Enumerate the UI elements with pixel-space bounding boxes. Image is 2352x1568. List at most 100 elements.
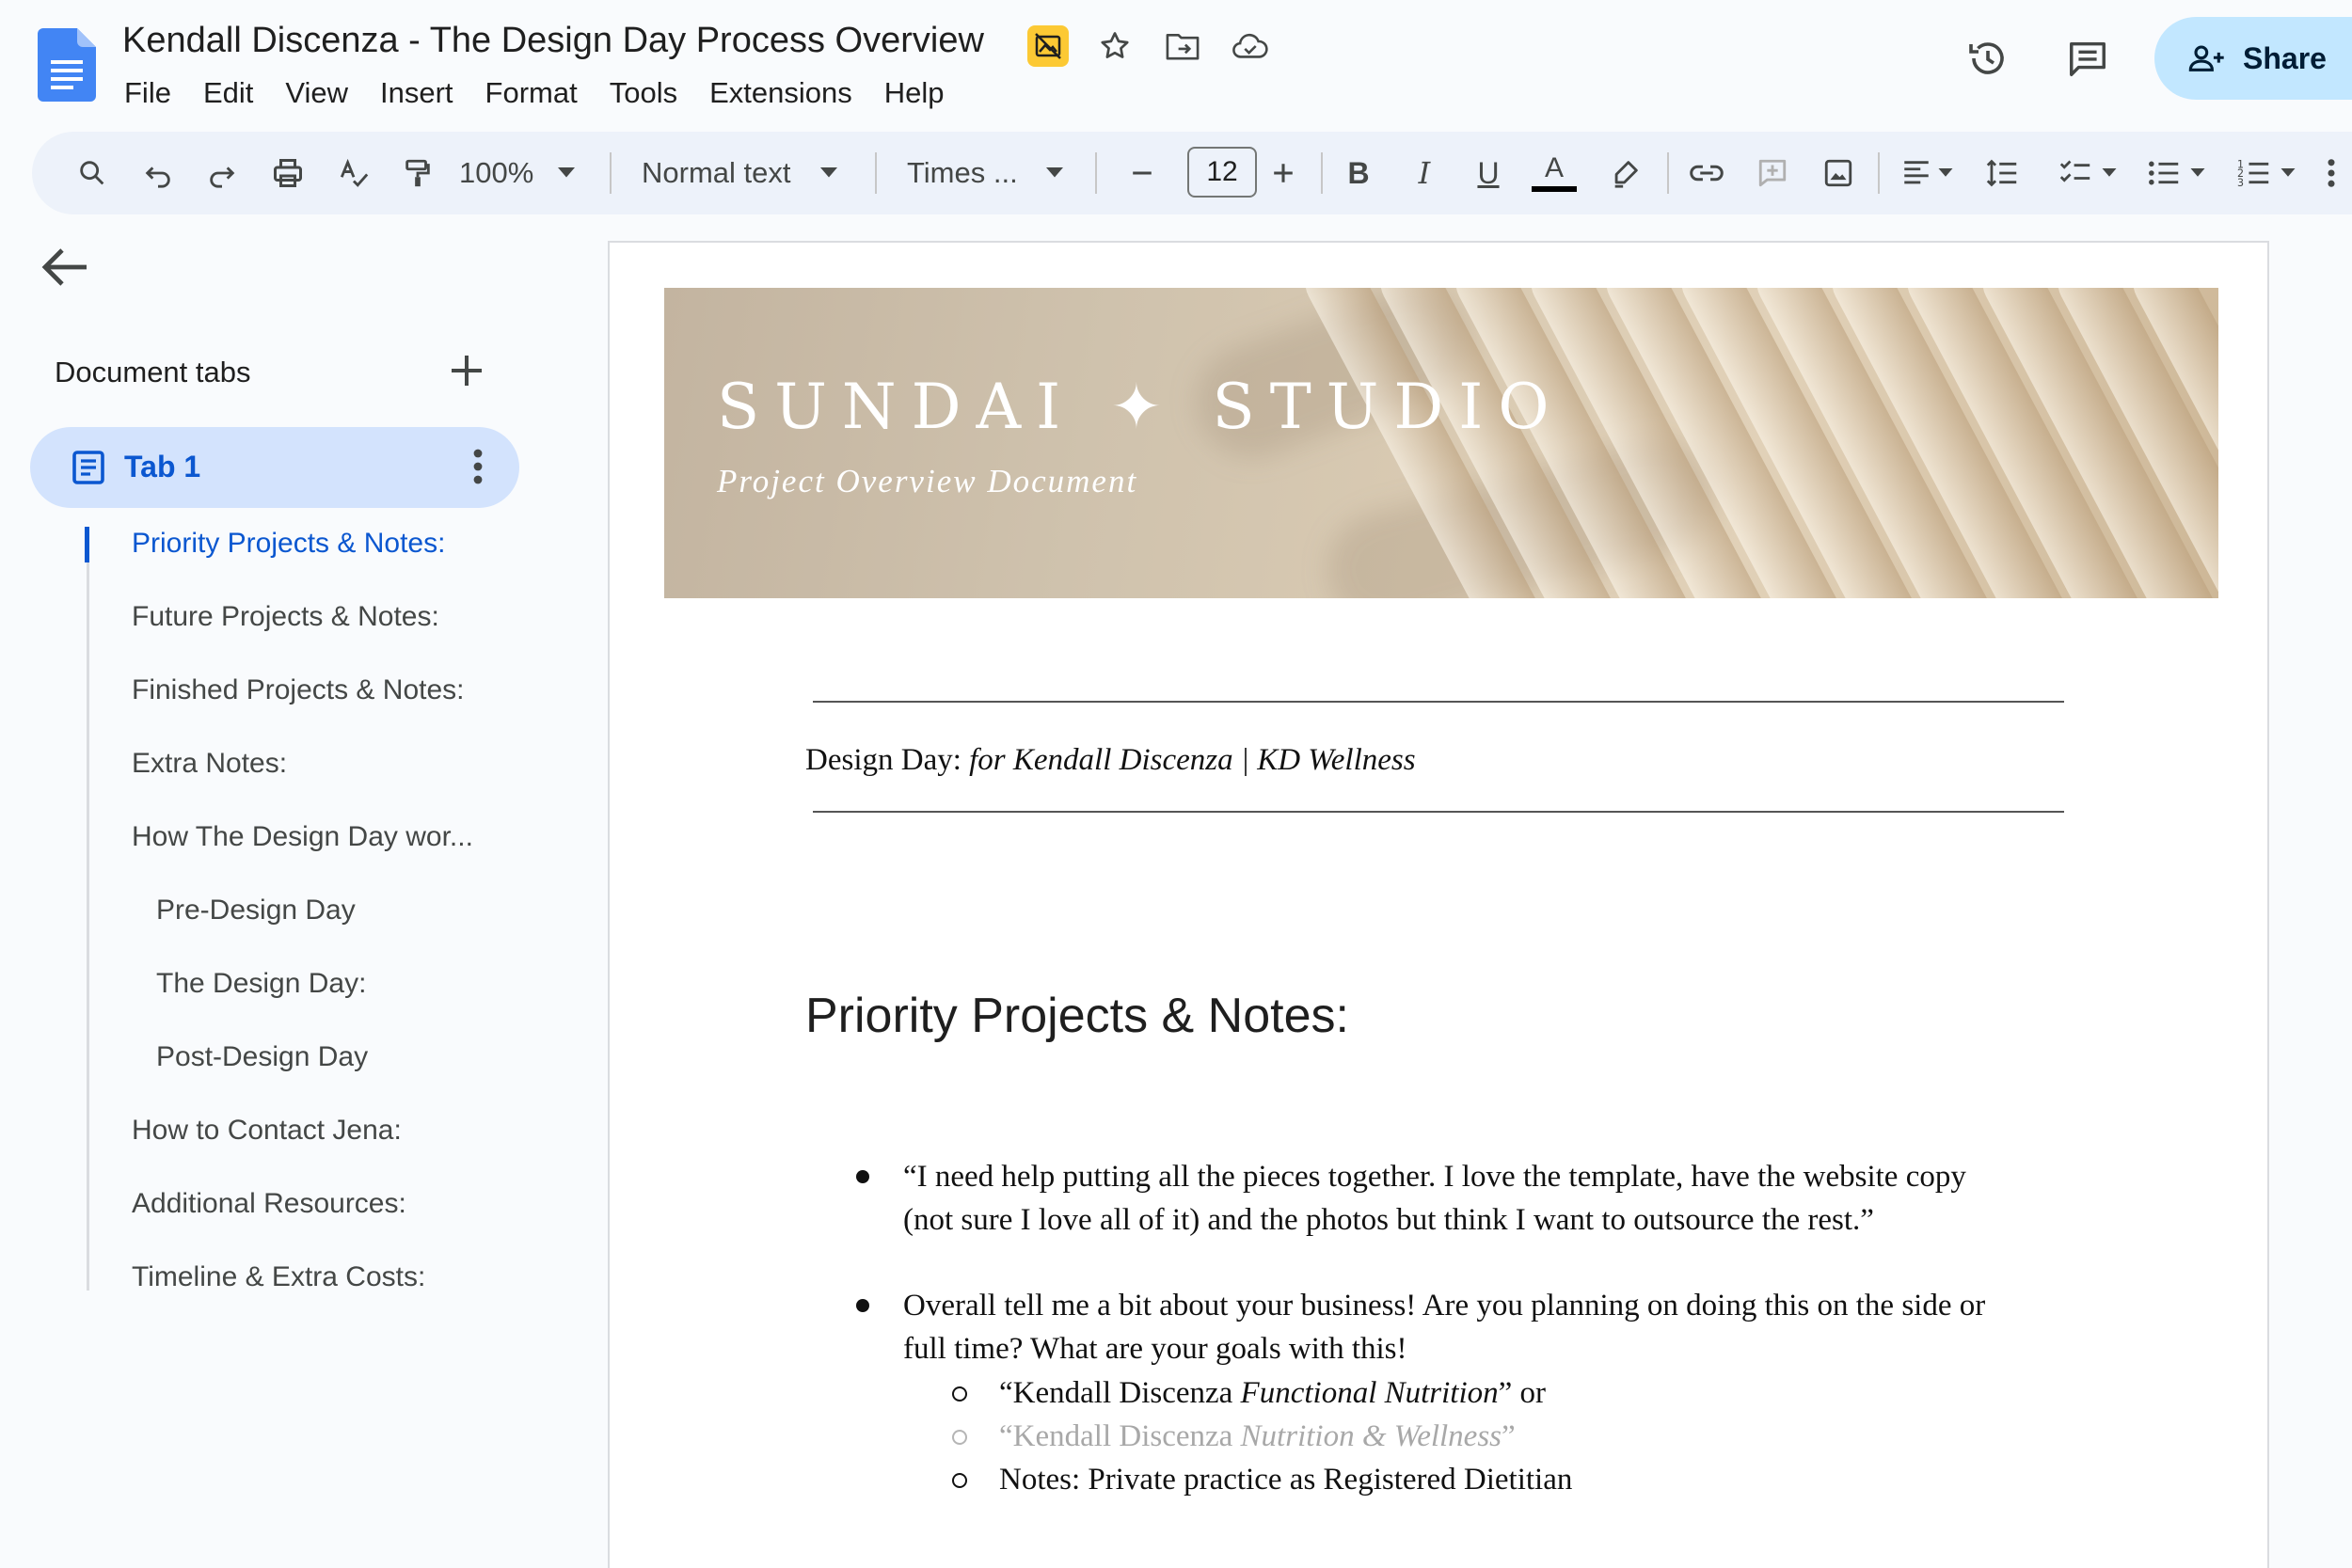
- underline-icon[interactable]: U: [1460, 145, 1517, 201]
- insert-comment-icon[interactable]: [1742, 145, 1803, 201]
- bullet-text: Overall tell me a bit about your busines…: [903, 1284, 1985, 1370]
- bold-icon[interactable]: B: [1330, 145, 1387, 201]
- sub-bullet-text-part: ”: [1502, 1419, 1516, 1453]
- sub-bullet-text-emphasis: Nutrition & Wellness: [1240, 1419, 1502, 1453]
- design-day-line: Design Day: for Kendall Discenza | KD We…: [805, 743, 1416, 778]
- menu-file[interactable]: File: [122, 73, 187, 113]
- align-left-icon: [1904, 161, 1929, 184]
- chevron-down-icon: [558, 167, 576, 178]
- highlight-color-icon[interactable]: [1597, 145, 1654, 201]
- paint-format-icon[interactable]: [389, 145, 446, 201]
- decrease-font-size-icon[interactable]: [1114, 145, 1170, 201]
- tab-more-options-icon[interactable]: [472, 448, 484, 485]
- banner-title: SUNDAI ✦ STUDIO: [717, 371, 1565, 443]
- font-size-input[interactable]: 12: [1187, 147, 1257, 198]
- banner-subtitle: Project Overview Document: [717, 463, 1138, 499]
- svg-text:3: 3: [2237, 177, 2244, 189]
- chevron-down-icon: [2102, 168, 2117, 177]
- insert-image-icon[interactable]: [1808, 145, 1868, 201]
- italic-icon[interactable]: I: [1396, 145, 1453, 201]
- sub-bullet-marker: [952, 1473, 967, 1488]
- bullet-text: “I need help putting all the pieces toge…: [903, 1155, 1966, 1242]
- document-title[interactable]: Kendall Discenza - The Design Day Proces…: [122, 21, 984, 61]
- print-icon[interactable]: [260, 145, 316, 201]
- outline-item[interactable]: Timeline & Extra Costs:: [132, 1261, 425, 1293]
- formatting-toolbar: 100% Normal text Times ... 12 B I U A 1 …: [32, 132, 2352, 214]
- outline-item[interactable]: Priority Projects & Notes:: [132, 528, 445, 560]
- menu-help[interactable]: Help: [868, 73, 961, 113]
- menu-extensions[interactable]: Extensions: [693, 73, 868, 113]
- zoom-select[interactable]: 100%: [459, 145, 600, 201]
- cloud-saved-icon[interactable]: [1229, 24, 1272, 68]
- add-tab-icon[interactable]: [448, 352, 485, 389]
- design-day-prefix: Design Day:: [805, 743, 970, 777]
- redo-icon[interactable]: [194, 145, 250, 201]
- outline-item[interactable]: How The Design Day wor...: [132, 821, 473, 853]
- outline-rail: [87, 527, 89, 1291]
- bullet-text-line: “I need help putting all the pieces toge…: [903, 1160, 1966, 1194]
- menu-view[interactable]: View: [269, 73, 364, 113]
- numbered-list-select[interactable]: 123: [2224, 145, 2309, 201]
- undo-icon[interactable]: [130, 145, 186, 201]
- outline-subitem[interactable]: The Design Day:: [156, 968, 366, 1000]
- app-header: Kendall Discenza - The Design Day Proces…: [0, 0, 2352, 122]
- outline-item[interactable]: Additional Resources:: [132, 1188, 406, 1220]
- chevron-down-icon: [2280, 168, 2296, 177]
- document-tabs-heading: Document tabs: [55, 356, 251, 388]
- spellcheck-icon[interactable]: [326, 145, 382, 201]
- tab-label: Tab 1: [124, 450, 201, 483]
- section-heading: Priority Projects & Notes:: [805, 989, 1349, 1043]
- align-select[interactable]: [1889, 145, 1964, 201]
- zoom-value: 100%: [459, 156, 534, 189]
- version-history-icon[interactable]: [1955, 25, 2021, 91]
- bullet-marker: [856, 1299, 869, 1312]
- bullet-text-line: full time? What are your goals with this…: [903, 1332, 1407, 1366]
- sub-bullet-marker: [952, 1386, 967, 1402]
- paragraph-style-value: Normal text: [642, 156, 791, 189]
- sub-bullet-text-part: ” or: [1498, 1376, 1547, 1410]
- bulleted-list-icon: [2149, 161, 2179, 185]
- chevron-down-icon: [2190, 168, 2205, 177]
- outline-item[interactable]: Future Projects & Notes:: [132, 601, 439, 633]
- outline-item[interactable]: How to Contact Jena:: [132, 1115, 402, 1147]
- text-color-icon[interactable]: A: [1526, 145, 1582, 201]
- bullet-text-line: (not sure I love all of it) and the phot…: [903, 1203, 1874, 1237]
- document-tab-icon: [72, 451, 104, 484]
- search-menus-icon[interactable]: [64, 145, 120, 201]
- increase-font-size-icon[interactable]: [1255, 145, 1311, 201]
- move-to-folder-icon[interactable]: [1161, 24, 1204, 68]
- bulleted-list-select[interactable]: [2134, 145, 2218, 201]
- menu-edit[interactable]: Edit: [187, 73, 269, 113]
- insert-link-icon[interactable]: [1677, 145, 1737, 201]
- share-button[interactable]: Share: [2154, 17, 2352, 100]
- menu-tools[interactable]: Tools: [594, 73, 693, 113]
- sub-bullet-text: “Kendall Discenza Nutrition & Wellness”: [999, 1415, 1516, 1458]
- google-docs-logo-icon[interactable]: [38, 28, 96, 102]
- comments-icon[interactable]: [2055, 25, 2121, 91]
- outline-subitem[interactable]: Post-Design Day: [156, 1041, 368, 1073]
- outline-subitem[interactable]: Pre-Design Day: [156, 895, 356, 927]
- font-family-select[interactable]: Times ...: [907, 145, 1095, 201]
- more-options-icon[interactable]: [2312, 145, 2350, 201]
- outline-item[interactable]: Finished Projects & Notes:: [132, 674, 464, 706]
- menu-insert[interactable]: Insert: [364, 73, 469, 113]
- chevron-down-icon: [820, 167, 838, 178]
- checklist-select[interactable]: [2045, 145, 2130, 201]
- paragraph-style-select[interactable]: Normal text: [642, 145, 877, 201]
- share-label: Share: [2243, 40, 2327, 75]
- checklist-icon: [2059, 160, 2090, 182]
- horizontal-rule: [813, 811, 2064, 813]
- menu-format[interactable]: Format: [469, 73, 594, 113]
- tab-1[interactable]: Tab 1: [30, 427, 519, 508]
- line-spacing-icon[interactable]: [1974, 145, 2030, 201]
- outline-item[interactable]: Extra Notes:: [132, 748, 287, 780]
- share-people-icon: [2188, 45, 2224, 71]
- design-day-detail: for Kendall Discenza | KD Wellness: [969, 743, 1416, 777]
- back-arrow-icon[interactable]: [41, 246, 90, 288]
- outline-active-indicator: [85, 527, 89, 562]
- no-image-badge-icon[interactable]: [1027, 25, 1069, 67]
- sub-bullet-text-emphasis: Functional Nutrition: [1240, 1376, 1499, 1410]
- star-icon[interactable]: [1093, 24, 1136, 68]
- document-page[interactable]: SUNDAI ✦ STUDIO Project Overview Documen…: [608, 241, 2269, 1568]
- sub-bullet-text: “Kendall Discenza Functional Nutrition” …: [999, 1371, 1546, 1415]
